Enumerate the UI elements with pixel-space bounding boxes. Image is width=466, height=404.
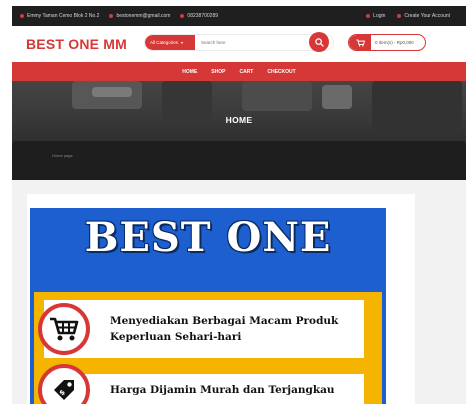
hero-small-text: Home page	[52, 153, 73, 158]
location-icon	[20, 14, 24, 18]
search-input[interactable]	[195, 40, 315, 45]
feature-item: Menyediakan Berbagai Macam Produk Keperl…	[38, 300, 364, 358]
site-logo[interactable]: BEST ONE MM	[26, 36, 127, 52]
nav-item-home[interactable]: HOME	[182, 69, 197, 75]
banner-title: BEST ONE	[84, 214, 332, 261]
price-tag-icon: $	[54, 380, 74, 400]
search-bar: All Categories ▾	[144, 34, 334, 51]
feature-item: $ Harga Dijamin Murah dan Terjangkau	[38, 364, 364, 404]
site-header: BEST ONE MM All Categories ▾ 0 Item(s) -…	[12, 26, 466, 62]
email-item[interactable]: bestonemm@gmail.com	[109, 13, 170, 19]
mail-icon	[109, 14, 114, 18]
hero-bg-shape	[12, 141, 466, 180]
contact-info: Emmy Taman Cemo Blok 2 No.2 bestonemm@gm…	[20, 13, 366, 19]
shopping-cart-icon	[50, 317, 79, 341]
feature-text-line: Harga Dijamin Murah dan Terjangkau	[110, 384, 335, 396]
search-icon	[314, 37, 324, 47]
hero-bg-shape	[242, 81, 312, 111]
category-label: All Categories	[150, 40, 179, 45]
hero-banner: HOME Home page	[12, 81, 466, 180]
auth-links: Login Create Your Account	[366, 13, 450, 19]
address-item: Emmy Taman Cemo Blok 2 No.2	[20, 13, 99, 19]
nav-item-checkout[interactable]: CHECKOUT	[267, 69, 295, 75]
phone-text: 08238700289	[187, 13, 219, 19]
feature-text-line: Keperluan Sehari-hari	[110, 331, 242, 343]
promo-banner: BEST ONE Menyediakan Berbagai Macam Prod…	[30, 208, 386, 404]
feature-text-line: Menyediakan Berbagai Macam Produk	[110, 315, 339, 327]
main-nav: HOME SHOP CART CHECKOUT	[12, 62, 466, 81]
hero-title: HOME	[225, 115, 253, 125]
topbar: Emmy Taman Cemo Blok 2 No.2 bestonemm@gm…	[12, 6, 466, 26]
create-account-link[interactable]: Create Your Account	[397, 13, 450, 19]
cart-summary: 0 Item(s) - Rp0,000	[375, 40, 414, 45]
hero-bg-shape	[322, 85, 352, 109]
login-link[interactable]: Login	[366, 13, 385, 19]
search-button[interactable]	[309, 32, 329, 52]
nav-item-cart[interactable]: CART	[239, 69, 253, 75]
lock-icon	[366, 14, 371, 18]
nav-item-shop[interactable]: SHOP	[211, 69, 225, 75]
shopping-cart-icon	[355, 39, 365, 47]
phone-item[interactable]: 08238700289	[180, 13, 218, 19]
cart-button[interactable]: 0 Item(s) - Rp0,000	[348, 34, 426, 51]
user-icon	[397, 14, 402, 18]
cart-icon-wrap	[349, 35, 371, 50]
chevron-down-icon: ▾	[181, 40, 184, 45]
feature-text: Menyediakan Berbagai Macam Produk Keperl…	[110, 313, 338, 345]
login-label: Login	[373, 13, 386, 19]
address-text: Emmy Taman Cemo Blok 2 No.2	[27, 13, 100, 19]
email-text: bestonemm@gmail.com	[116, 13, 171, 19]
feature-text: Harga Dijamin Murah dan Terjangkau	[110, 382, 335, 398]
feature-icon-circle	[38, 303, 90, 355]
phone-icon	[180, 14, 185, 18]
category-select[interactable]: All Categories ▾	[145, 35, 195, 50]
create-account-label: Create Your Account	[404, 13, 450, 19]
hero-bg-shape	[92, 87, 132, 97]
